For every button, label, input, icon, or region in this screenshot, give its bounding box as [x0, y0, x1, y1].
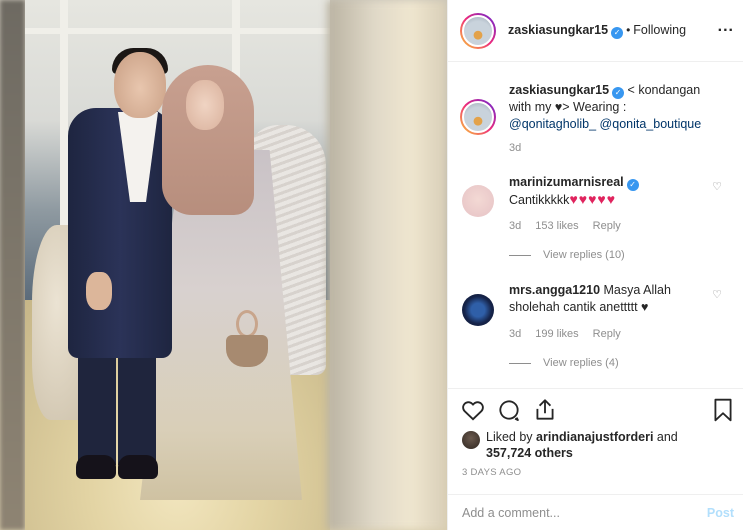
- view-replies[interactable]: View replies (10): [509, 249, 625, 261]
- verified-icon: ✓: [612, 87, 625, 99]
- caption-body-end: > Wearing :: [562, 100, 627, 114]
- reply-button[interactable]: Reply: [593, 328, 621, 340]
- mention-link[interactable]: @qonitagholib_: [509, 117, 596, 131]
- share-icon[interactable]: [532, 397, 558, 423]
- photo-shoe: [76, 455, 116, 479]
- photo-bag-handle: [236, 310, 258, 338]
- comment-likes[interactable]: 153 likes: [535, 220, 578, 232]
- view-replies-label[interactable]: View replies (4): [543, 357, 619, 369]
- photo-bag: [226, 335, 268, 367]
- likes-text: Liked by arindianajustforderi and 357,72…: [486, 429, 726, 461]
- heart-emoji: ♥: [641, 300, 649, 314]
- photo-man-face: [114, 52, 166, 118]
- photo-edge-blur: [0, 0, 25, 530]
- comment-meta: 3d 153 likes Reply: [509, 220, 635, 232]
- more-options-icon[interactable]: ...: [718, 18, 734, 36]
- verified-icon: ✓: [611, 27, 624, 39]
- add-comment-bar: Add a comment... Post: [448, 494, 743, 530]
- window-frame: [25, 28, 330, 34]
- photo-man-hand: [86, 272, 112, 310]
- likes-count[interactable]: 357,724 others: [486, 446, 573, 460]
- heart-emojis: ♥♥♥♥♥: [569, 191, 616, 207]
- post-button[interactable]: Post: [707, 506, 734, 520]
- post-header: zaskiasungkar15 ✓ • Following ...: [448, 0, 743, 62]
- liker-username[interactable]: arindianajustforderi: [536, 430, 653, 444]
- photo-edge-blur: [327, 0, 447, 530]
- view-replies-label[interactable]: View replies (10): [543, 249, 625, 261]
- heart-icon[interactable]: [460, 397, 486, 423]
- comment-text: mrs.angga1210 Masya Allah sholehah canti…: [509, 282, 719, 316]
- caption-username[interactable]: zaskiasungkar15: [509, 83, 609, 97]
- comment-username[interactable]: marinizumarnisreal: [509, 175, 624, 189]
- photo-woman-face: [186, 80, 224, 130]
- post-timestamp[interactable]: 3 DAYS AGO: [462, 467, 521, 478]
- photo-man-suit: [68, 108, 172, 358]
- post-actions: Liked by arindianajustforderi and 357,72…: [448, 388, 743, 488]
- post-photo[interactable]: [0, 0, 447, 530]
- comment-meta: 3d 199 likes Reply: [509, 328, 635, 340]
- avatar[interactable]: [462, 185, 494, 217]
- avatar[interactable]: [460, 13, 496, 49]
- comment-username[interactable]: mrs.angga1210: [509, 283, 600, 297]
- likes-prefix: Liked by: [486, 430, 537, 444]
- reply-button[interactable]: Reply: [593, 220, 621, 232]
- post-panel: zaskiasungkar15 ✓ • Following ... zaskiasun…: [447, 0, 743, 530]
- avatar[interactable]: [460, 99, 496, 135]
- replies-line: [509, 254, 531, 256]
- bookmark-icon[interactable]: [710, 397, 736, 423]
- photo-shoe: [118, 455, 158, 479]
- mention-link[interactable]: @qonita_boutique: [600, 117, 702, 131]
- comment-time[interactable]: 3d: [509, 328, 521, 340]
- liker-avatar[interactable]: [462, 431, 480, 449]
- verified-icon: ✓: [626, 179, 639, 191]
- comment-input[interactable]: Add a comment...: [462, 506, 560, 520]
- view-replies[interactable]: View replies (4): [509, 357, 619, 369]
- like-comment-icon[interactable]: ♡: [712, 180, 722, 193]
- comment-text: marinizumarnisreal ✓ Cantikkkkk♥♥♥♥♥: [509, 174, 719, 209]
- caption-meta: 3d: [509, 142, 535, 154]
- comment-likes[interactable]: 199 likes: [535, 328, 578, 340]
- header-info: zaskiasungkar15 ✓ • Following: [508, 23, 686, 39]
- caption-text: zaskiasungkar15 ✓ < kondangan with my ♥> …: [509, 82, 719, 133]
- comment-icon[interactable]: [496, 397, 522, 423]
- comments-section: zaskiasungkar15 ✓ < kondangan with my ♥> …: [448, 62, 743, 388]
- caption-time[interactable]: 3d: [509, 142, 521, 154]
- header-username[interactable]: zaskiasungkar15: [508, 23, 608, 37]
- avatar[interactable]: [462, 294, 494, 326]
- comment-body: Cantikkkkk: [509, 193, 570, 207]
- replies-line: [509, 362, 531, 364]
- like-comment-icon[interactable]: ♡: [712, 288, 722, 301]
- likes-and: and: [653, 430, 678, 444]
- comment-time[interactable]: 3d: [509, 220, 521, 232]
- follow-button[interactable]: Following: [633, 23, 686, 37]
- separator-dot: •: [626, 23, 631, 37]
